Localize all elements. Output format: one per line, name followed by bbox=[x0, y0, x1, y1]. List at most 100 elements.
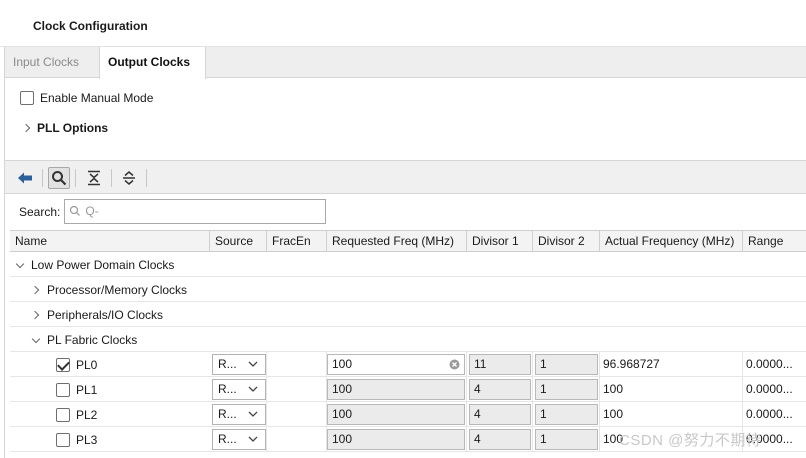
divisor-2-cell: 1 bbox=[533, 402, 600, 427]
divisor-1-input[interactable]: 4 bbox=[469, 404, 531, 425]
requested-freq-value: 100 bbox=[332, 382, 353, 396]
range-cell: 0.0000... bbox=[743, 352, 806, 377]
divisor-1-value: 4 bbox=[474, 432, 481, 446]
back-arrow-icon bbox=[18, 172, 32, 184]
divisor-1-input[interactable]: 11 bbox=[469, 354, 531, 375]
requested-freq-input[interactable]: 100 bbox=[327, 354, 465, 375]
fracen-cell bbox=[267, 377, 327, 402]
divisor-1-value: 4 bbox=[474, 407, 481, 421]
column-header-range[interactable]: Range bbox=[743, 231, 806, 252]
search-toggle-button[interactable] bbox=[48, 167, 70, 189]
collapse-all-icon bbox=[88, 170, 100, 186]
clock-name: PL1 bbox=[76, 382, 98, 397]
range-value: 0.0000... bbox=[746, 407, 793, 421]
clock-enable-checkbox[interactable] bbox=[56, 382, 70, 397]
enable-manual-mode-toggle[interactable]: Enable Manual Mode bbox=[20, 91, 153, 105]
requested-freq-input[interactable]: 100 bbox=[327, 379, 465, 400]
search-icon bbox=[52, 171, 67, 186]
toolbar-separator bbox=[146, 169, 147, 187]
collapse-all-button[interactable] bbox=[83, 167, 105, 189]
chevron-right-icon[interactable] bbox=[31, 310, 41, 320]
source-cell: R... bbox=[210, 402, 267, 427]
divisor-2-value: 1 bbox=[540, 407, 547, 421]
expand-all-icon bbox=[123, 171, 135, 185]
actual-frequency-value: 100 bbox=[603, 382, 624, 396]
range-value: 0.0000... bbox=[746, 382, 793, 396]
tab-output-clocks[interactable]: Output Clocks bbox=[99, 47, 206, 79]
tree-group-row[interactable]: Peripherals/IO Clocks bbox=[10, 302, 806, 327]
toolbar-separator bbox=[111, 169, 112, 187]
search-icon bbox=[70, 205, 81, 216]
back-button[interactable] bbox=[14, 167, 36, 189]
divisor-2-value: 1 bbox=[540, 432, 547, 446]
divisor-2-input[interactable]: 1 bbox=[535, 404, 598, 425]
source-select[interactable]: R... bbox=[212, 429, 266, 450]
page-title: Clock Configuration bbox=[33, 19, 148, 33]
tree-group-label: PL Fabric Clocks bbox=[47, 332, 138, 347]
divisor-2-input[interactable]: 1 bbox=[535, 354, 598, 375]
divisor-2-cell: 1 bbox=[533, 352, 600, 377]
column-header-divisor-2[interactable]: Divisor 2 bbox=[533, 231, 600, 252]
source-cell: R... bbox=[210, 427, 267, 452]
pll-options-expander[interactable]: PLL Options bbox=[22, 121, 108, 135]
watermark: CSDN @努力不期待 bbox=[619, 432, 762, 449]
pll-options-label: PLL Options bbox=[37, 121, 109, 135]
source-select[interactable]: R... bbox=[212, 379, 266, 400]
search-label: Search: bbox=[19, 204, 61, 219]
divisor-1-value: 4 bbox=[474, 382, 481, 396]
enable-manual-mode-label: Enable Manual Mode bbox=[40, 91, 154, 105]
requested-freq-value: 100 bbox=[332, 407, 353, 421]
column-header-requested-freq[interactable]: Requested Freq (MHz) bbox=[327, 231, 467, 252]
search-input[interactable]: Q- bbox=[64, 199, 327, 224]
expand-all-button[interactable] bbox=[118, 167, 140, 189]
clock-configuration-panel: Clock Configuration Input Clocks Output … bbox=[0, 0, 806, 458]
actual-frequency-cell: 100 bbox=[600, 377, 743, 402]
divisor-2-cell: 1 bbox=[533, 427, 600, 452]
search-placeholder: Q- bbox=[85, 204, 99, 218]
requested-freq-input[interactable]: 100 bbox=[327, 429, 465, 450]
search-row: Search: Q- bbox=[19, 199, 327, 224]
toolbar-separator bbox=[75, 169, 76, 187]
source-value: R... bbox=[218, 382, 237, 396]
chevron-down-icon[interactable] bbox=[31, 335, 41, 345]
chevron-right-icon[interactable] bbox=[22, 123, 32, 133]
title-bar: Clock Configuration bbox=[0, 0, 806, 47]
fracen-cell bbox=[267, 352, 327, 377]
column-header-fracen[interactable]: FracEn bbox=[267, 231, 327, 252]
divisor-1-input[interactable]: 4 bbox=[469, 429, 531, 450]
divisor-2-input[interactable]: 1 bbox=[535, 379, 598, 400]
actual-frequency-value: 100 bbox=[603, 407, 624, 421]
chevron-down-icon bbox=[248, 361, 258, 367]
divisor-2-value: 1 bbox=[540, 357, 547, 371]
source-select[interactable]: R... bbox=[212, 354, 266, 375]
enable-manual-mode-checkbox[interactable] bbox=[20, 91, 34, 105]
column-header-source[interactable]: Source bbox=[210, 231, 267, 252]
toolbar-separator bbox=[42, 169, 43, 187]
divisor-1-cell: 4 bbox=[467, 402, 533, 427]
chevron-down-icon[interactable] bbox=[15, 260, 25, 270]
clock-enable-checkbox[interactable] bbox=[56, 407, 70, 422]
tree-group-row[interactable]: PL Fabric Clocks bbox=[10, 327, 806, 352]
chevron-right-icon[interactable] bbox=[31, 285, 41, 295]
clock-enable-checkbox[interactable] bbox=[56, 432, 70, 447]
divisor-2-cell: 1 bbox=[533, 377, 600, 402]
divisor-1-input[interactable]: 4 bbox=[469, 379, 531, 400]
requested-freq-input[interactable]: 100 bbox=[327, 404, 465, 425]
column-header-divisor-1[interactable]: Divisor 1 bbox=[467, 231, 533, 252]
divisor-1-value: 11 bbox=[474, 357, 487, 371]
source-select[interactable]: R... bbox=[212, 404, 266, 425]
tab-input-clocks[interactable]: Input Clocks bbox=[5, 47, 99, 78]
column-header-actual-frequency[interactable]: Actual Frequency (MHz) bbox=[600, 231, 743, 252]
tree-group-label: Low Power Domain Clocks bbox=[31, 257, 175, 272]
divisor-2-input[interactable]: 1 bbox=[535, 429, 598, 450]
clear-input-icon[interactable] bbox=[449, 359, 460, 370]
clock-enable-checkbox[interactable] bbox=[56, 357, 70, 372]
clock-name: PL3 bbox=[76, 432, 98, 447]
tree-group-row[interactable]: Low Power Domain Clocks bbox=[10, 252, 806, 277]
tab-bar: Input Clocks Output Clocks bbox=[5, 47, 806, 79]
range-value: 0.0000... bbox=[746, 357, 793, 371]
range-cell: 0.0000... bbox=[743, 402, 806, 427]
tree-group-row[interactable]: Processor/Memory Clocks bbox=[10, 277, 806, 302]
clock-name: PL0 bbox=[76, 357, 98, 372]
column-header-name[interactable]: Name bbox=[10, 231, 210, 252]
